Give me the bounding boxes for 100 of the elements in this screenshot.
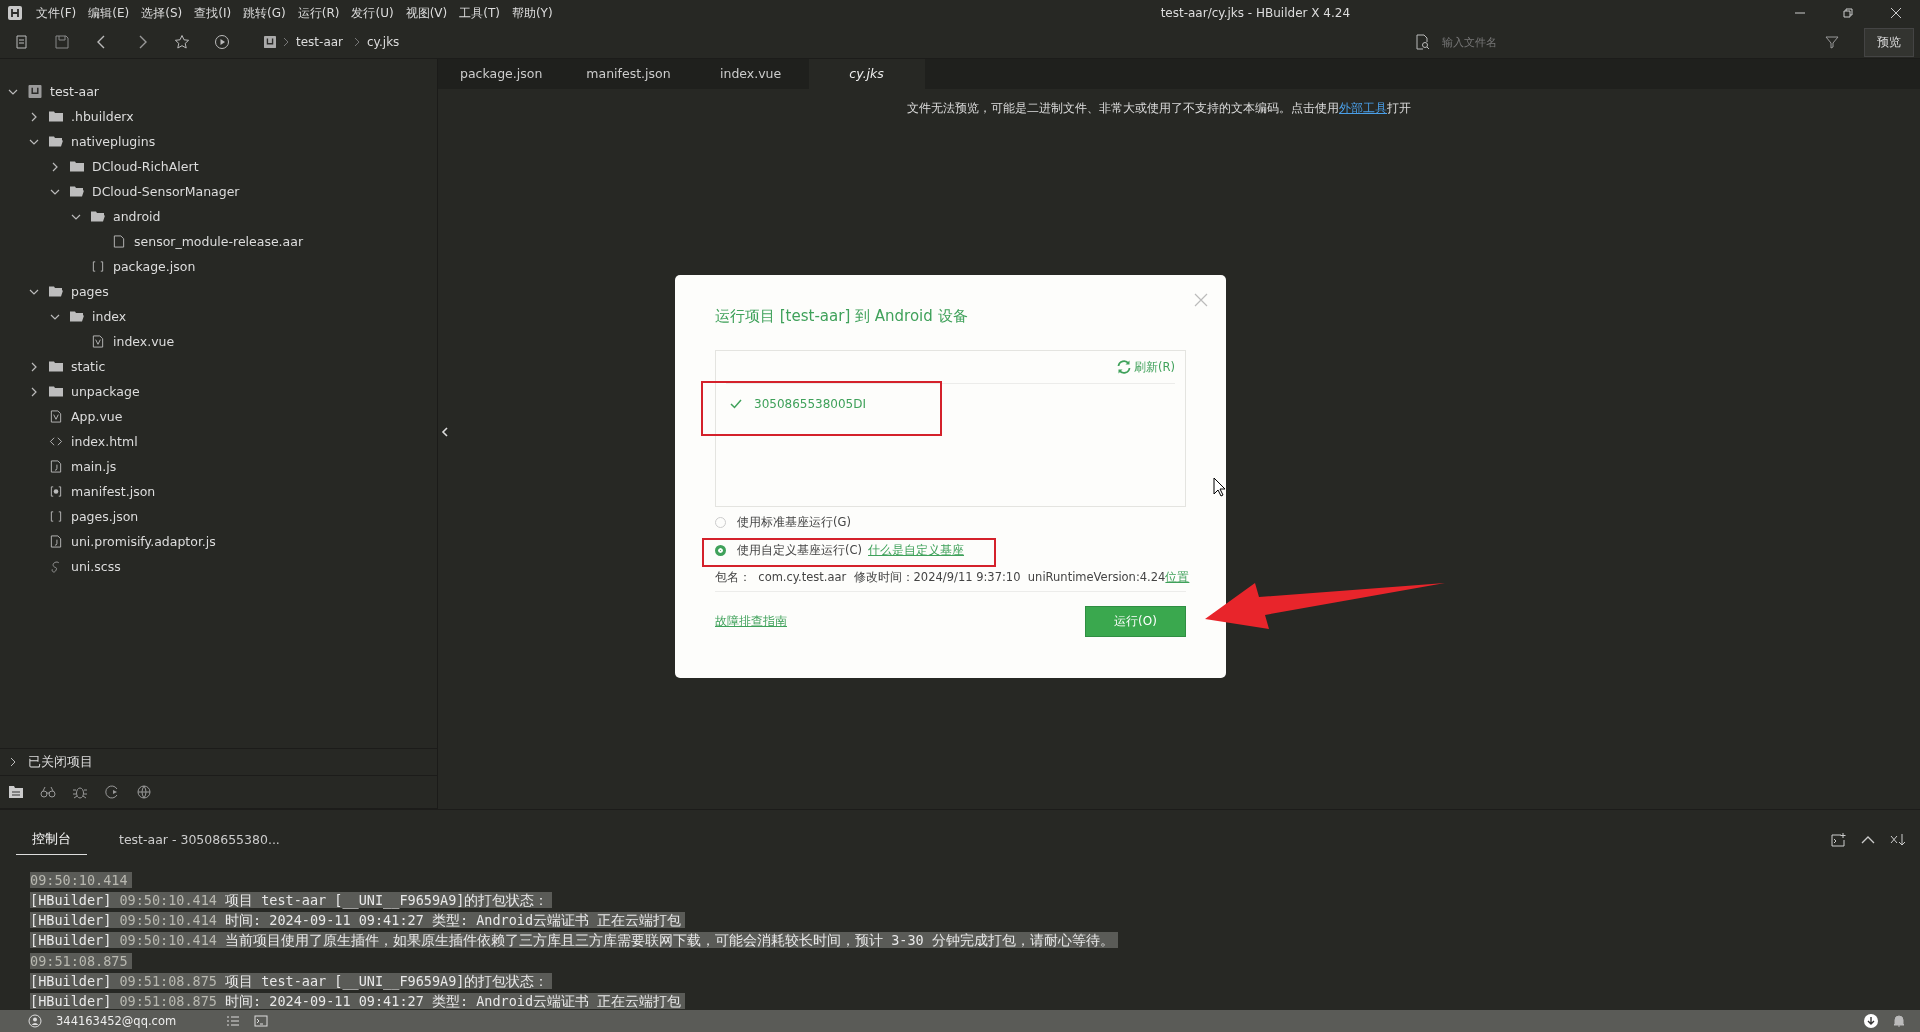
menu-item[interactable]: 选择(S) xyxy=(141,4,183,22)
chevron-icon[interactable] xyxy=(29,111,39,122)
menu-item[interactable]: 查找(I) xyxy=(194,4,232,22)
breadcrumb-item[interactable]: cy.jks xyxy=(367,35,400,49)
new-file-icon[interactable] xyxy=(14,34,30,50)
menu-item[interactable]: 编辑(E) xyxy=(88,4,130,22)
code-icon xyxy=(49,435,63,448)
folder-icon xyxy=(49,110,63,123)
terminal-icon[interactable] xyxy=(254,1014,269,1028)
tree-item[interactable]: nativeplugins xyxy=(71,134,156,149)
app-logo-icon xyxy=(8,6,22,20)
close-panel-icon[interactable] xyxy=(1890,831,1906,848)
breadcrumb-item[interactable]: test-aar xyxy=(296,35,343,49)
chevron-icon xyxy=(353,36,361,48)
preview-button[interactable]: 预览 xyxy=(1864,27,1914,57)
window-title: test-aar/cy.jks - HBuilder X 4.24 xyxy=(1160,6,1350,20)
radio-label[interactable]: 使用自定义基座运行(C) xyxy=(737,542,862,558)
radio-label[interactable]: 使用标准基座运行(G) xyxy=(737,514,851,530)
package-info: 包名： com.cy.test.aar 修改时间：2024/9/11 9:37:10 uniRuntimeVersion:4.24 xyxy=(715,569,1166,585)
refresh-icon xyxy=(1116,359,1133,375)
menu-item[interactable]: 文件(F) xyxy=(36,4,77,22)
restore-icon[interactable] xyxy=(1842,7,1854,19)
tree-item[interactable]: index.html xyxy=(71,434,138,449)
project-icon xyxy=(264,36,276,48)
close-icon[interactable] xyxy=(1890,7,1902,19)
brackets-icon xyxy=(91,260,105,273)
tree-item[interactable]: main.js xyxy=(71,459,117,474)
js-file-icon xyxy=(49,460,63,473)
file-icon xyxy=(112,235,126,248)
file-search-field[interactable]: 输入文件名 xyxy=(1440,34,1644,50)
collapse-icon[interactable] xyxy=(440,427,450,437)
chevron-icon[interactable] xyxy=(50,161,60,172)
new-terminal-icon[interactable] xyxy=(1830,831,1846,848)
folder-icon xyxy=(70,160,84,173)
list-icon[interactable] xyxy=(226,1014,241,1028)
menu-item[interactable]: 帮助(Y) xyxy=(511,4,553,22)
globe-icon[interactable] xyxy=(136,784,152,800)
editor-tab[interactable]: manifest.json xyxy=(564,59,693,89)
filter-icon[interactable] xyxy=(1824,34,1840,50)
js-file-icon xyxy=(49,535,63,548)
tree-item[interactable]: .hbuilderx xyxy=(71,109,134,124)
folder-icon xyxy=(49,360,63,373)
tree-item[interactable]: test-aar xyxy=(50,84,99,99)
tree-item[interactable]: DCloud-SensorManager xyxy=(92,184,240,199)
star-icon[interactable] xyxy=(174,34,190,50)
tree-item[interactable]: App.vue xyxy=(71,409,123,424)
user-account[interactable]: 344163452@qq.com xyxy=(56,1014,177,1028)
menu-item[interactable]: 发行(U) xyxy=(351,4,394,22)
tree-item[interactable]: uni.promisify.adaptor.js xyxy=(71,534,216,549)
tree-item[interactable]: pages.json xyxy=(71,509,139,524)
refresh-run-icon[interactable] xyxy=(104,784,120,800)
tree-item[interactable]: package.json xyxy=(113,259,196,274)
preview-message: 文件无法预览，可能是二进制文件、非常大或使用了不支持的文本编码。点击使用外部工具打开 xyxy=(906,101,1412,116)
chevron-icon[interactable] xyxy=(8,757,18,767)
chevron-icon[interactable] xyxy=(29,386,39,397)
binoculars-icon[interactable] xyxy=(40,784,56,800)
project-manager-icon[interactable] xyxy=(8,784,24,800)
vue-file-icon xyxy=(91,335,105,348)
brackets-icon xyxy=(49,510,63,523)
radio-button[interactable] xyxy=(715,544,726,556)
chevron-icon xyxy=(282,36,290,48)
tree-item[interactable]: DCloud-RichAlert xyxy=(92,159,199,174)
tree-item[interactable]: index xyxy=(92,309,127,324)
tree-item[interactable]: manifest.json xyxy=(71,484,156,499)
bug-icon[interactable] xyxy=(72,784,88,800)
external-tool-link[interactable]: 外部工具 xyxy=(1339,101,1387,115)
tree-item[interactable]: index.vue xyxy=(113,334,175,349)
project-icon xyxy=(28,85,42,98)
menu-item[interactable]: 运行(R) xyxy=(297,4,340,22)
menu-item[interactable]: 跳转(G) xyxy=(243,4,286,22)
tree-item[interactable]: uni.scss xyxy=(71,559,121,574)
folder-icon xyxy=(49,135,63,148)
console-tab[interactable]: 控制台 xyxy=(16,824,87,855)
gear-file-icon xyxy=(49,485,63,498)
editor-tab[interactable]: cy.jks xyxy=(808,59,925,89)
save-icon[interactable] xyxy=(54,34,70,50)
folder-icon xyxy=(49,285,63,298)
bell-icon[interactable] xyxy=(1892,1014,1906,1028)
tree-item[interactable]: static xyxy=(71,359,106,374)
closed-projects-label[interactable]: 已关闭项目 xyxy=(28,753,93,771)
tree-item[interactable]: sensor_module-release.aar xyxy=(134,234,304,249)
editor-tab[interactable]: package.json xyxy=(438,59,565,89)
editor-tab[interactable]: index.vue xyxy=(692,59,809,89)
tree-item[interactable]: unpackage xyxy=(71,384,140,399)
tree-item[interactable]: android xyxy=(113,209,161,224)
tree-item[interactable]: pages xyxy=(71,284,109,299)
vue-file-icon xyxy=(49,410,63,423)
chevron-icon[interactable] xyxy=(29,361,39,372)
file-search-icon xyxy=(1414,34,1430,50)
menu-item[interactable]: 视图(V) xyxy=(405,4,448,22)
user-icon[interactable] xyxy=(28,1014,42,1028)
folder-icon xyxy=(70,310,84,323)
dialog-title: 运行项目 [test-aar] 到 Android 设备 xyxy=(715,307,969,326)
folder-icon xyxy=(70,185,84,198)
download-icon[interactable] xyxy=(1864,1014,1878,1028)
menu-item[interactable]: 工具(T) xyxy=(459,4,500,22)
console-tab[interactable]: test-aar - 30508655380... xyxy=(103,826,296,854)
run-icon[interactable] xyxy=(214,34,230,50)
folder-icon xyxy=(49,385,63,398)
folder-icon xyxy=(91,210,105,223)
